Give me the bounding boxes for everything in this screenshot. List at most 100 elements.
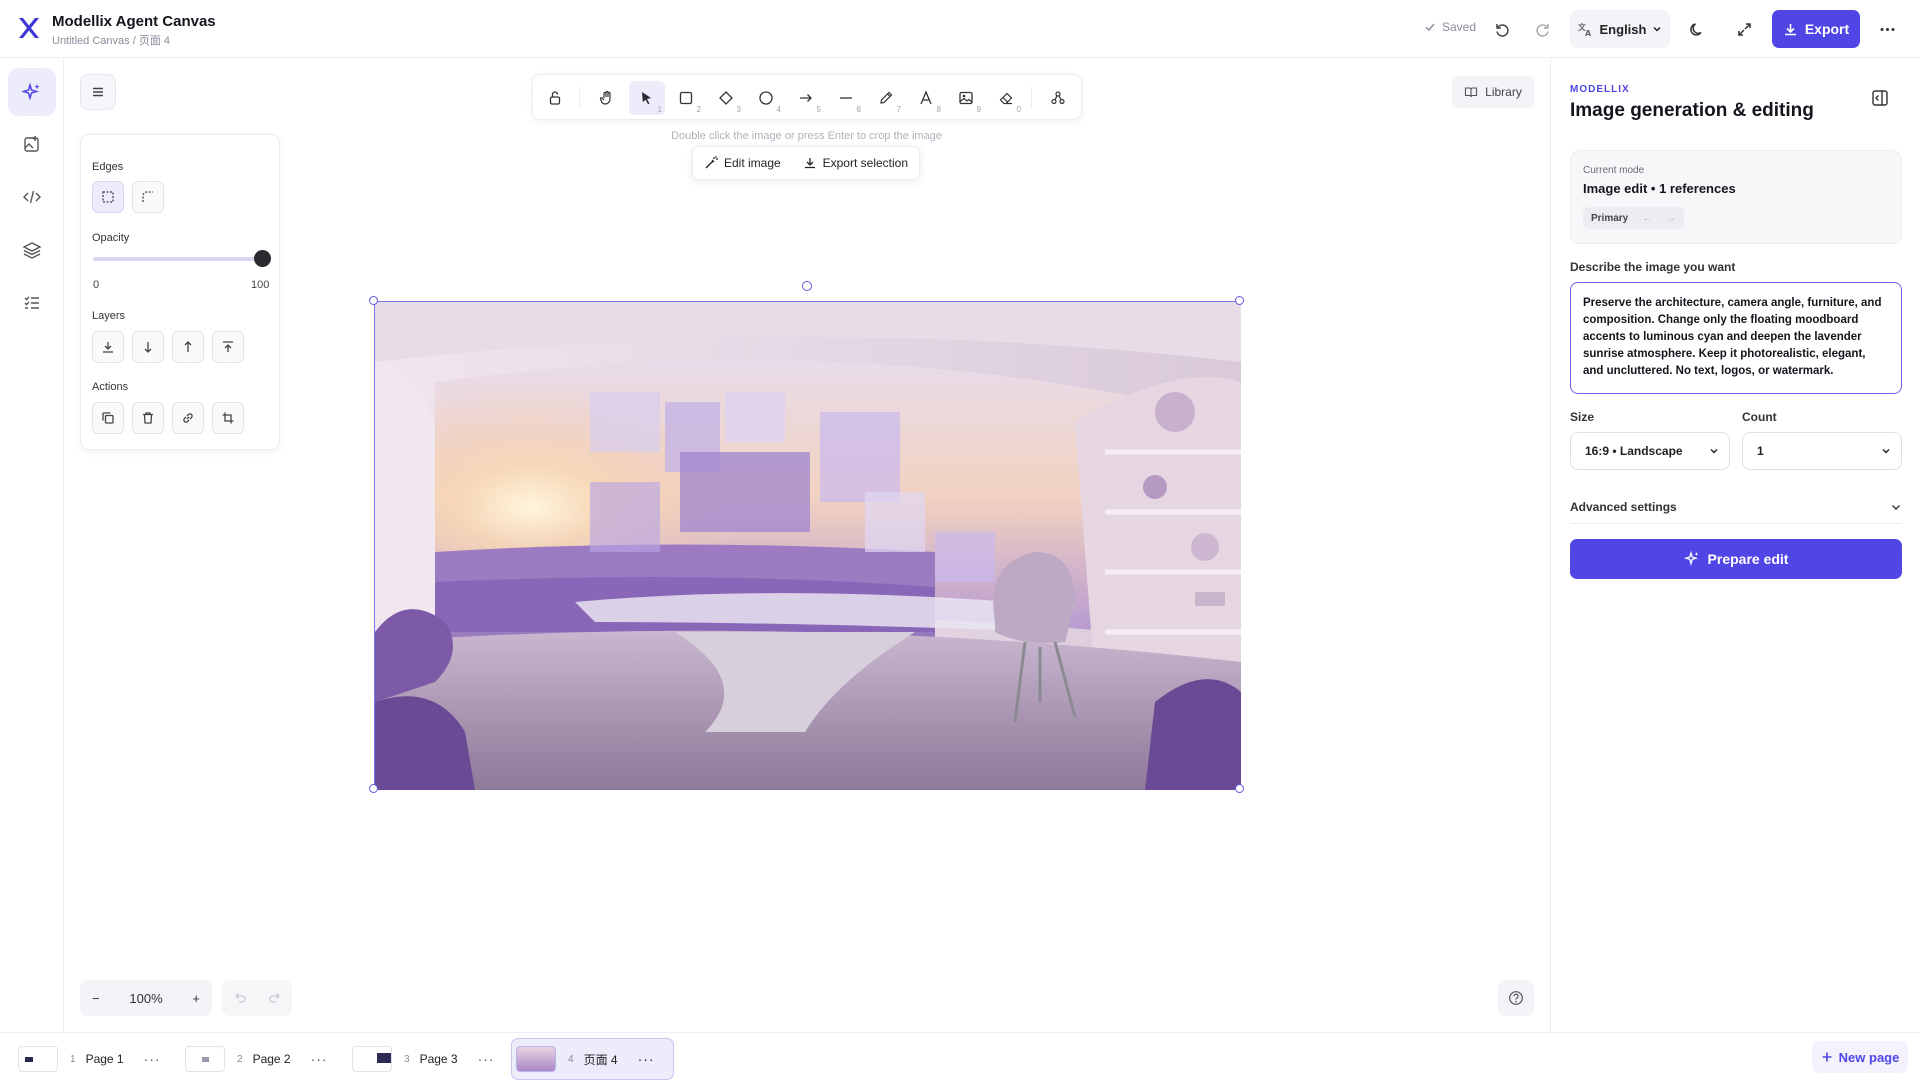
export-selection-button[interactable]: Export selection xyxy=(803,156,908,170)
modellix-logo xyxy=(16,15,42,41)
crop-icon xyxy=(221,411,235,425)
more-options-button[interactable] xyxy=(1872,14,1902,44)
delete-button[interactable] xyxy=(132,402,164,434)
prepare-edit-label: Prepare edit xyxy=(1707,551,1789,567)
tool-key: 2 xyxy=(696,105,701,114)
export-selection-label: Export selection xyxy=(822,156,909,170)
tool-diamond[interactable]: 3 xyxy=(708,81,744,115)
page-more-icon[interactable]: ··· xyxy=(638,1051,655,1067)
download-icon xyxy=(803,156,817,170)
reference-chip-group: Primary ← → xyxy=(1583,207,1685,229)
undo-button[interactable] xyxy=(233,991,247,1005)
zoom-in-button[interactable]: + xyxy=(192,991,200,1006)
edit-image-button[interactable]: Edit image xyxy=(704,156,781,170)
page-more-icon[interactable]: ··· xyxy=(311,1051,328,1067)
page-more-icon[interactable]: ··· xyxy=(144,1051,161,1067)
tool-line[interactable]: 6 xyxy=(828,81,864,115)
svg-text:A: A xyxy=(1585,29,1592,37)
resize-handle-top-left[interactable] xyxy=(369,296,378,305)
rail-ai-generate[interactable] xyxy=(8,68,56,116)
selected-image[interactable] xyxy=(374,301,1241,790)
rail-layers[interactable] xyxy=(8,226,56,274)
bring-to-front-button[interactable] xyxy=(212,331,244,363)
collapse-panel-button[interactable] xyxy=(1870,88,1894,112)
page-tab-1[interactable]: 1 Page 1 ··· xyxy=(14,1038,161,1080)
layers-icon xyxy=(22,240,42,260)
redo-button[interactable] xyxy=(268,991,282,1005)
edges-sharp-button[interactable] xyxy=(92,181,124,213)
count-select[interactable]: 1 xyxy=(1742,432,1902,470)
page-thumbnail xyxy=(185,1046,225,1072)
tool-arrow[interactable]: 5 xyxy=(788,81,824,115)
undo-history-button[interactable] xyxy=(1486,14,1516,44)
library-button[interactable]: Library xyxy=(1452,76,1534,108)
check-icon xyxy=(1424,21,1436,33)
tool-key: 6 xyxy=(856,105,861,114)
primary-chip[interactable]: Primary xyxy=(1591,213,1628,224)
new-page-button[interactable]: New page xyxy=(1812,1041,1908,1073)
page-tab-2[interactable]: 2 Page 2 ··· xyxy=(181,1038,328,1080)
current-mode-label: Current mode xyxy=(1583,165,1645,176)
tool-ellipse[interactable]: 4 xyxy=(748,81,784,115)
edges-round-button[interactable] xyxy=(132,181,164,213)
edges-label: Edges xyxy=(92,161,124,173)
rotate-handle[interactable] xyxy=(802,281,812,291)
resize-handle-bottom-right[interactable] xyxy=(1235,784,1244,793)
send-backward-button[interactable] xyxy=(132,331,164,363)
theme-toggle-button[interactable] xyxy=(1682,14,1712,44)
rail-image-edit[interactable] xyxy=(8,120,56,168)
tool-pencil[interactable]: 7 xyxy=(868,81,904,115)
canvas-menu-button[interactable] xyxy=(80,74,116,110)
redo-history-button[interactable] xyxy=(1528,14,1558,44)
page-tab-4[interactable]: 4 页面 4 ··· xyxy=(511,1038,674,1080)
help-button[interactable] xyxy=(1498,980,1534,1016)
rail-checklist[interactable] xyxy=(8,279,56,327)
diamond-icon xyxy=(718,90,734,106)
page-more-icon[interactable]: ··· xyxy=(478,1051,495,1067)
export-button[interactable]: Export xyxy=(1772,10,1860,48)
zoom-level[interactable]: 100% xyxy=(129,991,162,1006)
tool-image[interactable]: 9 xyxy=(948,81,984,115)
language-select[interactable]: 文A English xyxy=(1570,10,1670,48)
page-tab-3[interactable]: 3 Page 3 ··· xyxy=(348,1038,495,1080)
arrow-right-icon[interactable]: → xyxy=(1666,213,1676,224)
properties-panel: Edges Opacity 0 100 Layers Actions xyxy=(80,134,280,450)
size-select[interactable]: 16:9 • Landscape xyxy=(1570,432,1730,470)
duplicate-button[interactable] xyxy=(92,402,124,434)
resize-handle-top-right[interactable] xyxy=(1235,296,1244,305)
panel-brand: MODELLIX xyxy=(1570,84,1630,95)
rail-code[interactable] xyxy=(8,173,56,221)
crop-hint: Double click the image or press Enter to… xyxy=(671,130,942,142)
opacity-slider-track[interactable] xyxy=(93,257,261,261)
crop-button[interactable] xyxy=(212,402,244,434)
current-mode-value: Image edit • 1 references xyxy=(1583,181,1736,196)
tool-eraser[interactable]: 0 xyxy=(988,81,1024,115)
lock-icon xyxy=(547,90,563,106)
tool-lock[interactable] xyxy=(537,81,573,115)
sparkle-icon xyxy=(22,82,42,102)
tool-text[interactable]: 8 xyxy=(908,81,944,115)
edit-image-label: Edit image xyxy=(723,156,781,170)
tool-rectangle[interactable]: 2 xyxy=(668,81,704,115)
zoom-out-button[interactable]: − xyxy=(92,991,100,1006)
tool-hand[interactable] xyxy=(589,81,625,115)
page-name: Page 3 xyxy=(419,1052,458,1066)
send-to-back-button[interactable] xyxy=(92,331,124,363)
advanced-settings-toggle[interactable]: Advanced settings xyxy=(1570,490,1902,524)
pencil-icon xyxy=(878,90,894,106)
bring-forward-button[interactable] xyxy=(172,331,204,363)
link-button[interactable] xyxy=(172,402,204,434)
arrow-left-icon[interactable]: ← xyxy=(1642,213,1652,224)
prompt-textarea[interactable]: Preserve the architecture, camera angle,… xyxy=(1570,282,1902,394)
cursor-icon xyxy=(639,90,655,106)
count-value: 1 xyxy=(1757,444,1764,458)
panel-title: Image generation & editing xyxy=(1570,100,1814,121)
resize-handle-bottom-left[interactable] xyxy=(369,784,378,793)
size-label: Size xyxy=(1570,410,1595,424)
tool-more-shapes[interactable] xyxy=(1040,81,1076,115)
tool-key: 5 xyxy=(816,105,821,114)
tool-select[interactable]: 1 xyxy=(629,81,665,115)
prepare-edit-button[interactable]: Prepare edit xyxy=(1570,539,1902,579)
fullscreen-button[interactable] xyxy=(1729,14,1759,44)
opacity-slider-thumb[interactable] xyxy=(254,250,271,267)
